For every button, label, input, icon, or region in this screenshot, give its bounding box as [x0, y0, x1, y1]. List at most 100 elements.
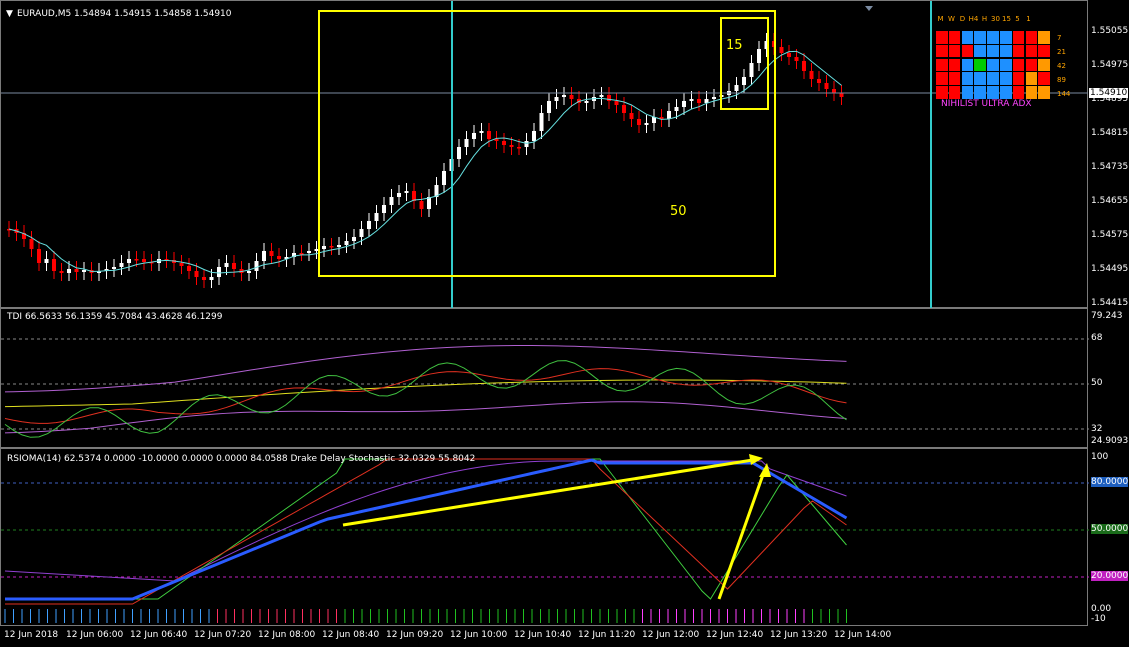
candle-body: [742, 77, 746, 85]
adx-cell: [974, 86, 986, 99]
candle-body: [209, 277, 214, 280]
adx-cell: [1025, 44, 1038, 58]
adx-period: 89: [1057, 76, 1066, 84]
adx-cell: [987, 31, 999, 44]
adx-periods: 7 21 42 89 144: [1057, 31, 1070, 101]
candle-body: [689, 99, 694, 101]
box-50-label: 50: [670, 204, 687, 219]
candle-body: [262, 251, 266, 261]
adx-header: 5: [1015, 15, 1020, 23]
candle-body: [67, 269, 71, 273]
candle-body: [202, 277, 206, 280]
candle-body: [59, 271, 64, 273]
candle-body: [254, 261, 259, 271]
adx-header: D: [959, 15, 966, 23]
tdi-label: 24.9093: [1091, 436, 1129, 446]
candle-body: [802, 61, 806, 71]
adx-cell: [936, 58, 948, 72]
price-chart-canvas: [1, 1, 1089, 309]
candle-body: [749, 63, 754, 77]
adx-cell: [1000, 44, 1012, 58]
candle-body: [37, 249, 41, 263]
time-label: 12 Jun 10:40: [514, 630, 572, 640]
price-label: 1.54415: [1091, 298, 1129, 308]
adx-cell: [1012, 44, 1025, 58]
adx-cell: [936, 44, 948, 58]
candle-body: [622, 105, 626, 113]
nihilist-adx-panel: M W D H4 H 30 15 5 1 7 21 42 89 144 NIHILIST ULT…: [935, 15, 1085, 115]
price-chart-pane[interactable]: EURAUD,M5 1.54894 1.54915 1.54858 1.5491…: [0, 0, 1089, 309]
candle-body: [532, 131, 536, 141]
rsioma-canvas: [1, 454, 1089, 623]
adx-cell: [1012, 58, 1025, 72]
rsioma-pane[interactable]: RSIOMA(14) 62.5374 0.0000 -10.0000 0.000…: [0, 448, 1089, 626]
tdi-pane[interactable]: TDI 66.5633 56.1359 45.7084 43.4628 46.1…: [0, 308, 1089, 448]
candle-body: [299, 253, 304, 255]
candle-body: [419, 201, 424, 209]
adx-cell: [1038, 31, 1050, 44]
candle-body: [517, 147, 521, 149]
tdi-rsi-line: [4, 360, 847, 438]
moving-average-line: [8, 50, 842, 274]
candle-body: [307, 251, 311, 253]
candle-body: [637, 119, 641, 125]
current-price-tag: 1.54910: [1089, 88, 1129, 98]
candle-body: [614, 101, 619, 105]
adx-cell: [936, 86, 948, 99]
candle-body: [832, 89, 836, 93]
candle-body: [824, 83, 829, 89]
adx-cell: [987, 86, 999, 99]
rsioma-header: RSIOMA(14) 62.5374 0.0000 -10.0000 0.000…: [7, 454, 476, 464]
candle-body: [457, 147, 461, 159]
adx-cell: [961, 86, 974, 99]
tdi-canvas: [1, 338, 1089, 438]
adx-header: W: [948, 15, 955, 23]
adx-cell: [948, 58, 961, 72]
adx-header: M: [937, 15, 944, 23]
rsioma-label: 0.00: [1091, 604, 1112, 614]
time-label: 12 Jun 12:00: [642, 630, 700, 640]
trend-arrow: [717, 468, 767, 600]
box-50: [318, 10, 776, 277]
adx-cell: [961, 58, 974, 72]
candle-body: [442, 171, 446, 185]
tdi-label: 32: [1091, 424, 1103, 434]
adx-cell: [987, 44, 999, 58]
candle-body: [314, 249, 319, 251]
adx-cell: [974, 44, 986, 58]
candle-body: [82, 270, 86, 272]
candle-body: [224, 263, 229, 267]
adx-period: 7: [1057, 34, 1062, 42]
time-label: 12 Jun 06:00: [66, 630, 124, 640]
adx-header: 1: [1026, 15, 1031, 23]
adx-cell: [974, 72, 986, 85]
time-label: 12 Jun 08:00: [258, 630, 316, 640]
time-label: 12 Jun 12:40: [706, 630, 764, 640]
candle-body: [712, 97, 716, 99]
candle-body: [194, 271, 199, 277]
candle-body: [179, 263, 184, 266]
price-label: 1.54735: [1091, 162, 1129, 172]
adx-cell: [961, 44, 974, 58]
candle-body: [502, 141, 506, 145]
candle-body: [779, 47, 784, 53]
rsioma-label-50: 50.0000: [1091, 524, 1129, 534]
stochastic-signal: [5, 458, 847, 605]
candle-body: [389, 197, 394, 205]
shift-marker-icon: [865, 6, 873, 11]
adx-cell: [1012, 72, 1025, 85]
candle-body: [757, 49, 761, 63]
adx-cell: [974, 31, 986, 44]
rsioma-label: -10: [1091, 614, 1106, 624]
candle-body: [344, 241, 349, 245]
adx-cell: [1038, 72, 1050, 85]
adx-cell: [961, 31, 974, 44]
adx-cell: [1000, 72, 1012, 85]
candle-body: [472, 133, 476, 139]
tdi-upper-band: [4, 345, 847, 393]
candle-body: [794, 57, 799, 61]
candle-body: [134, 259, 139, 261]
candle-body: [142, 259, 146, 262]
candle-body: [359, 229, 364, 237]
dropdown-triangle-icon[interactable]: ▼: [6, 9, 13, 19]
